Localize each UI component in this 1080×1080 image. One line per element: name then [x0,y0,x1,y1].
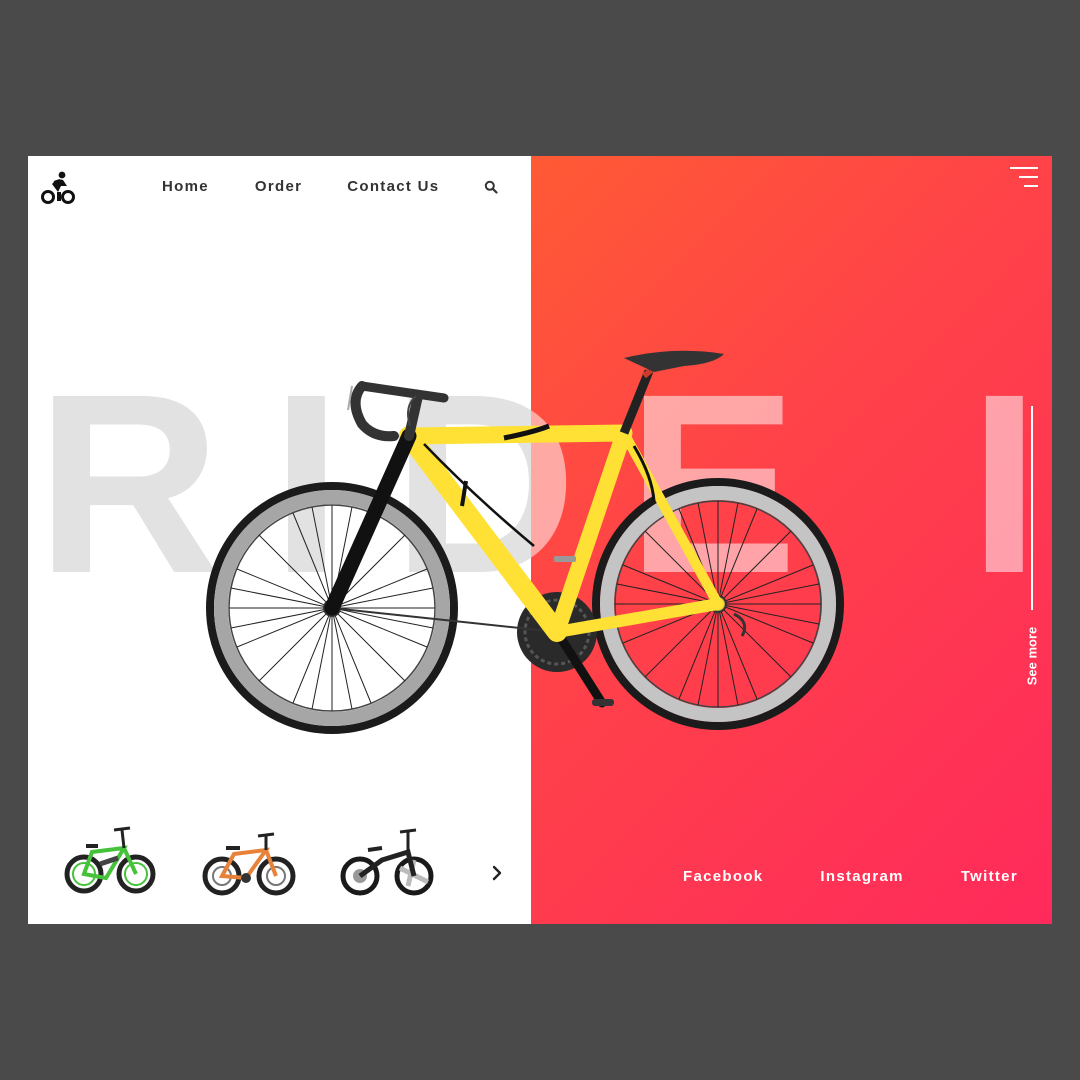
twitter-link[interactable]: Twitter [961,868,1018,885]
landing-card: RIDE IT RIDE IT Home Order Contact Us [28,156,1052,924]
search-icon[interactable] [484,180,499,194]
main-nav: Home Order Contact Us [162,178,499,195]
see-more-line [1031,406,1033,610]
bike-thumbnail-green[interactable] [62,824,158,900]
hero-bike-image [206,350,844,734]
saddle [619,350,724,435]
see-more-control[interactable]: See more [1022,406,1042,696]
nav-home-link[interactable]: Home [162,178,209,195]
bike-thumbnail-orange[interactable] [200,824,296,900]
bike-thumbnail-black[interactable] [338,824,434,900]
nav-order-link[interactable]: Order [255,178,302,195]
chevron-right-icon[interactable] [490,864,504,882]
hamburger-menu-icon[interactable] [1010,166,1038,188]
see-more-label[interactable]: See more [1025,627,1040,686]
facebook-link[interactable]: Facebook [683,868,763,885]
cyclist-icon[interactable] [40,170,76,206]
nav-contact-link[interactable]: Contact Us [347,178,439,195]
instagram-link[interactable]: Instagram [820,868,903,885]
social-links: Facebook Instagram Twitter [683,868,1018,885]
